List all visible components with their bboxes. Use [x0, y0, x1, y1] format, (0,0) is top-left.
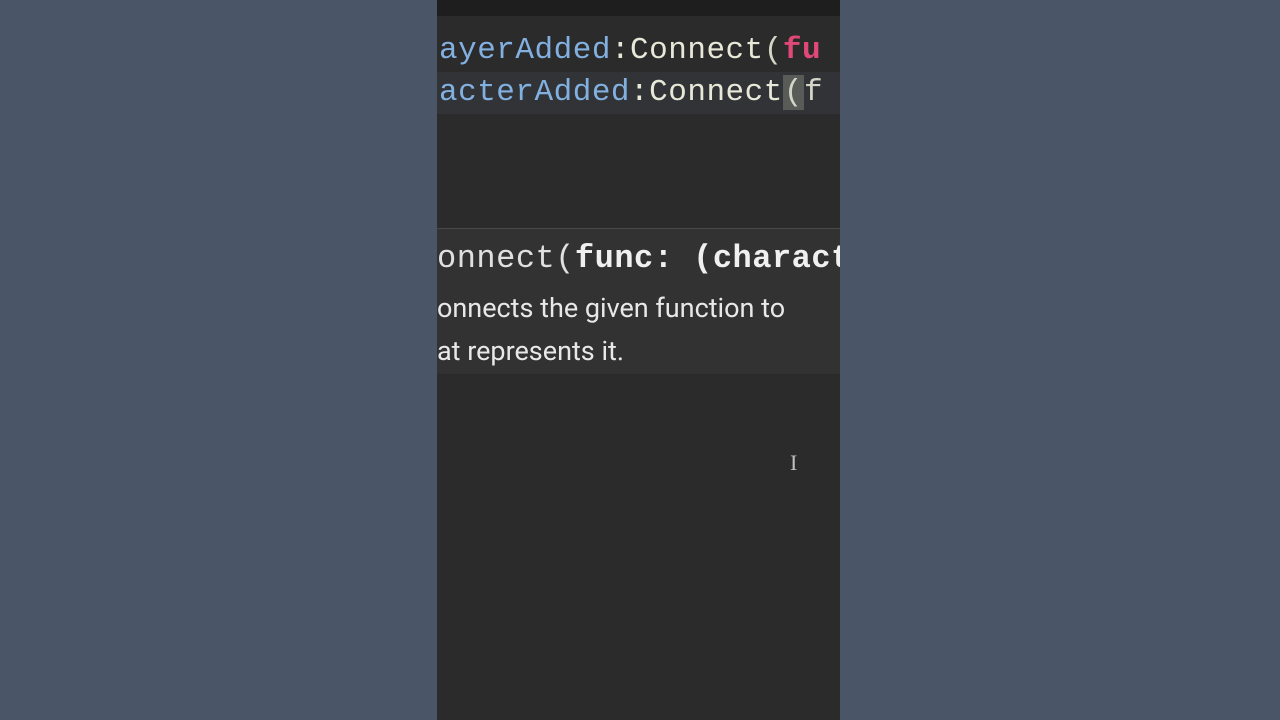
keyword-token: fu: [783, 33, 821, 68]
text-cursor-icon: I: [790, 452, 792, 474]
vertical-video-frame: ayerAdded:Connect(fu acterAdded:Connect(…: [437, 0, 840, 720]
code-line-2[interactable]: acterAdded:Connect(f: [437, 72, 840, 114]
colon-token: :: [611, 33, 630, 68]
event-token: ayerAdded: [439, 33, 611, 68]
event-token: acterAdded: [439, 75, 630, 110]
method-token: Connect: [630, 33, 764, 68]
tooltip-signature-line: onnect(func: (charact: [437, 229, 840, 287]
method-token: Connect: [649, 75, 783, 110]
tooltip-description: onnects the given function to at represe…: [437, 287, 840, 383]
editor-empty-area[interactable]: [437, 374, 840, 720]
editor-top-bar: [437, 0, 840, 16]
colon-token: :: [630, 75, 649, 110]
tooltip-desc-line1: onnects the given function to: [437, 292, 785, 324]
code-line-1[interactable]: ayerAdded:Connect(fu: [437, 30, 840, 72]
signature-active-param: func: (charact: [575, 240, 840, 277]
signature-help-tooltip: onnect(func: (charact onnects the given …: [437, 228, 840, 384]
paren-open-token: (: [764, 33, 783, 68]
tooltip-desc-line2: at represents it.: [437, 335, 624, 367]
signature-prefix: onnect(: [437, 240, 575, 277]
paren-open-highlighted-token: (: [783, 75, 804, 110]
code-editor[interactable]: ayerAdded:Connect(fu acterAdded:Connect(…: [437, 16, 840, 114]
plain-token: f: [804, 75, 823, 110]
